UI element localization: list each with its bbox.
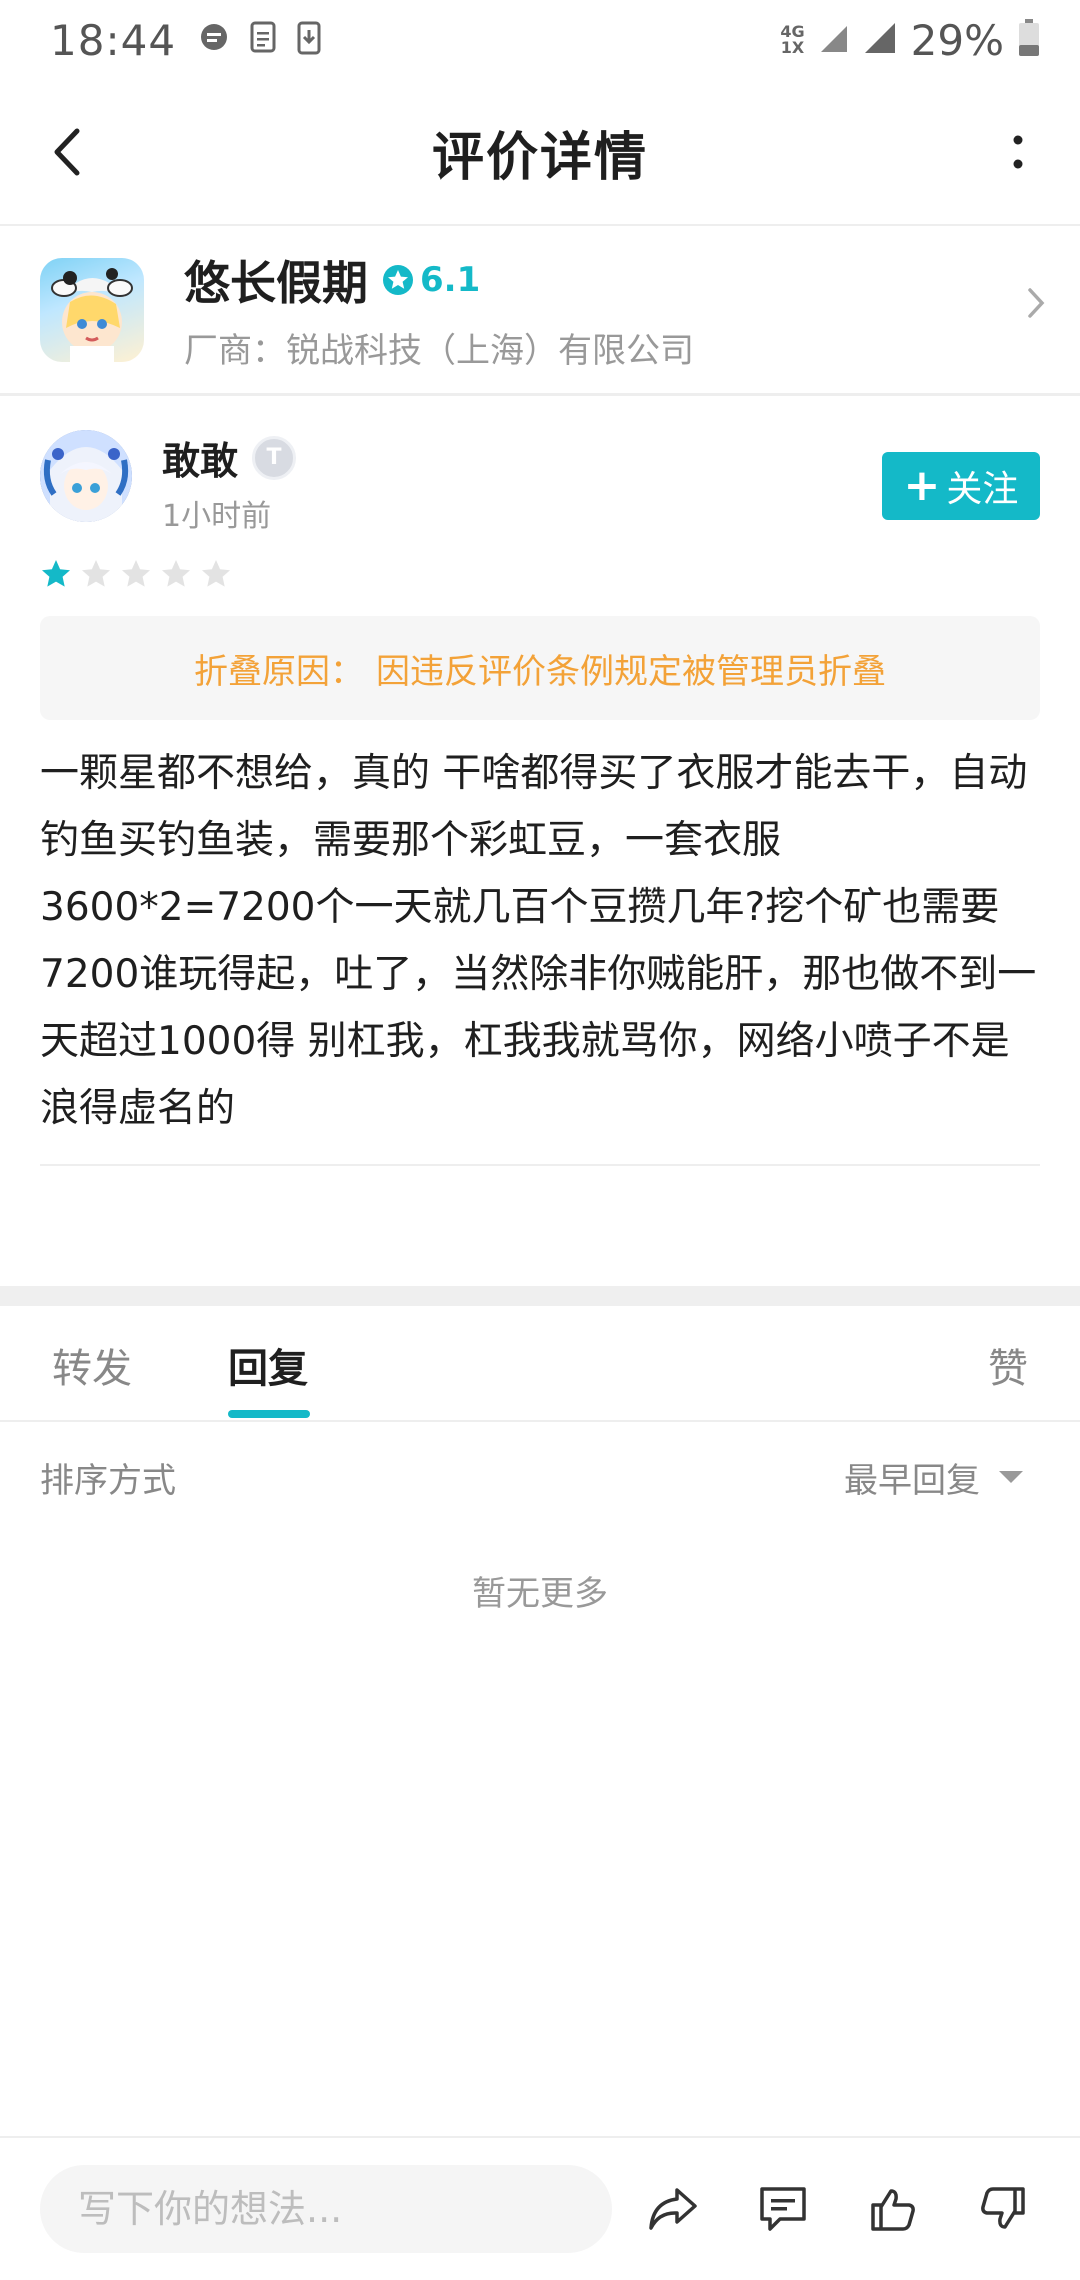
more-vertical-icon	[1013, 135, 1023, 169]
more-options-button[interactable]	[986, 120, 1050, 184]
tab-like[interactable]: 赞	[988, 1336, 1028, 1394]
system-status: 4G 1X 29%	[780, 16, 1040, 65]
like-button[interactable]	[866, 2182, 920, 2236]
document-icon	[248, 21, 278, 59]
app-name: 悠长假期	[184, 256, 368, 310]
comment-input[interactable]	[40, 2165, 612, 2253]
sort-value: 最早回复	[844, 1460, 980, 1501]
signal-icon-1	[819, 22, 849, 58]
follow-label: 关注	[946, 469, 1019, 510]
username[interactable]: 敢敢	[162, 430, 238, 485]
fold-label: 折叠原因：	[194, 651, 364, 692]
app-vendor: 厂商：锐战科技（上海）有限公司	[184, 331, 694, 371]
level-badge: T	[252, 435, 297, 480]
tab-indicator	[228, 1410, 310, 1418]
fold-reason: 因违反评价条例规定被管理员折叠	[376, 651, 886, 692]
plus-icon: +	[903, 460, 941, 511]
star-filled-icon	[42, 560, 70, 587]
share-button[interactable]	[646, 2182, 700, 2236]
avatar[interactable]	[40, 430, 132, 522]
star-empty-icon	[82, 560, 110, 587]
tab-reply[interactable]: 回复	[228, 1336, 308, 1394]
bottom-action-bar	[0, 2136, 1080, 2280]
rating-value: 6.1	[420, 260, 481, 300]
fold-notice: 折叠原因： 因违反评价条例规定被管理员折叠	[40, 616, 1040, 720]
sort-label: 排序方式	[40, 1460, 176, 1501]
page-title: 评价详情	[431, 127, 648, 188]
status-bar: 18:44 4G 1X 29%	[0, 0, 1080, 80]
app-title-row: 悠长假期 6.1	[184, 247, 694, 313]
star-empty-icon	[202, 560, 230, 587]
action-buttons	[646, 2182, 1040, 2236]
post-time: 1小时前	[162, 499, 272, 534]
divider	[40, 1164, 1040, 1166]
star-empty-icon	[162, 560, 190, 587]
comment-icon	[760, 2187, 806, 2231]
notification-icons	[198, 21, 322, 59]
battery-icon	[1018, 19, 1040, 61]
author-name-row: 敢敢 T	[162, 430, 297, 485]
review-author: 敢敢 T 1小时前 + 关注	[40, 400, 1040, 540]
sort-row: 排序方式 最早回复	[40, 1424, 1040, 1530]
section-separator	[0, 1286, 1080, 1306]
sort-dropdown[interactable]: 最早回复	[844, 1453, 1040, 1502]
author-meta: 敢敢 T 1小时前	[162, 430, 297, 535]
app-card[interactable]: 悠长假期 6.1 厂商：锐战科技（上海）有限公司	[0, 226, 1080, 396]
download-icon	[296, 21, 322, 59]
message-icon	[198, 22, 230, 58]
app-info: 悠长假期 6.1 厂商：锐战科技（上海）有限公司	[184, 247, 694, 372]
star-empty-icon	[122, 560, 150, 587]
tab-forward[interactable]: 转发	[52, 1336, 132, 1394]
star-rating	[40, 554, 1040, 594]
comment-button[interactable]	[756, 2182, 810, 2236]
thumbs-down-icon	[981, 2187, 1025, 2229]
battery-percent: 29%	[910, 15, 1004, 65]
thumbs-up-icon	[871, 2189, 915, 2231]
app-rating: 6.1	[382, 260, 480, 300]
top-app-bar: 评价详情	[0, 80, 1080, 226]
status-time: 18:44	[50, 15, 177, 65]
review: 敢敢 T 1小时前 + 关注 折叠原因： 因违反评价条例规定被管理员折叠 一颗星…	[40, 400, 1040, 1166]
signal-icon-2	[863, 21, 897, 59]
back-button[interactable]	[36, 120, 100, 184]
dislike-button[interactable]	[976, 2182, 1030, 2236]
follow-button[interactable]: + 关注	[882, 452, 1040, 520]
chevron-right-icon	[1026, 286, 1046, 324]
back-arrow-icon	[54, 128, 80, 176]
caret-down-icon	[999, 1471, 1023, 1483]
empty-state-text: 暂无更多	[472, 1574, 608, 1614]
tab-bar: 转发 回复 赞	[0, 1306, 1080, 1422]
share-icon	[649, 2188, 697, 2230]
network-type-bottom: 1X	[780, 38, 805, 57]
review-text: 一颗星都不想给，真的 干啥都得买了衣服才能去干，自动钓鱼买钓鱼装，需要那个彩虹豆…	[40, 751, 1037, 1131]
rating-star-icon	[383, 265, 413, 295]
network-type: 4G 1X	[780, 24, 804, 56]
app-icon	[40, 257, 144, 362]
